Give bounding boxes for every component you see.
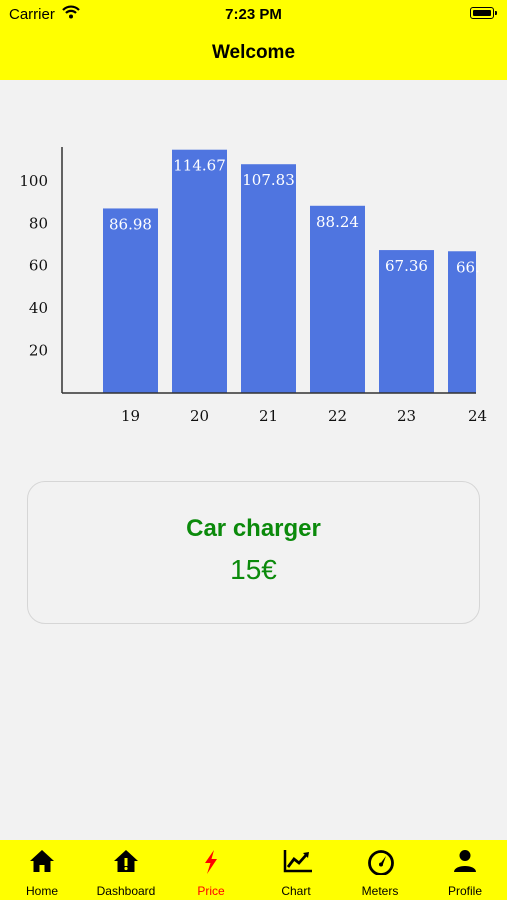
page-title: Welcome [211,42,296,63]
battery-icon [470,7,494,19]
tab-label: Dashboard [96,884,156,898]
x-tick-label: 22 [328,407,347,425]
tab-label: Price [197,884,225,898]
bolt-icon [205,850,217,874]
y-tick-label: 60 [29,257,48,275]
chart-icon [283,850,312,873]
x-tick-label: 24 [468,407,487,425]
bar-21 [241,164,296,393]
tab-label: Profile [447,884,482,898]
tab-profile[interactable]: Profile [423,840,507,900]
dashboard-icon [114,850,138,872]
tab-label: Meters [361,884,399,898]
tab-price[interactable]: Price [169,840,253,900]
bar-value-label: 114.67 [173,157,226,175]
bar-value-label: 66. [456,258,480,276]
bar-value-label: 86.98 [109,215,152,233]
bar-20 [172,149,227,393]
car-charger-card[interactable]: Car charger 15€ [27,481,480,624]
y-tick-label: 20 [29,342,48,360]
bar-value-label: 107.83 [242,171,295,189]
navigation-bar: Welcome [0,28,507,80]
status-bar: Carrier 7:23 PM [0,0,507,28]
person-icon [454,850,476,872]
x-tick-label: 20 [190,407,209,425]
x-tick-label: 19 [121,407,140,425]
gauge-icon [368,850,394,875]
price-bar-chart: 20 40 60 80 100 19 20 21 22 23 24 86.98 114.67 107.… [19,147,487,425]
tab-dashboard[interactable]: Dashboard [84,840,168,900]
tab-label: Chart [281,884,311,898]
tab-meters[interactable]: Meters [338,840,422,900]
tab-chart[interactable]: Chart [254,840,338,900]
tab-home[interactable]: Home [0,840,84,900]
clock: 7:23 PM [225,6,282,23]
bar-22 [310,205,365,393]
bar-value-label: 88.24 [316,213,359,231]
y-tick-label: 80 [29,214,48,232]
bar-19 [103,208,158,393]
tab-bar: Home Dashboard Price Chart Meters Profil… [0,840,507,900]
bar-value-label: 67.36 [385,257,428,275]
card-title: Car charger [186,515,321,542]
card-price: 15€ [230,554,277,585]
y-tick-label: 100 [19,172,48,190]
home-icon [30,850,54,872]
x-tick-label: 23 [397,407,416,425]
battery-tip [495,11,497,15]
y-tick-label: 40 [29,299,48,317]
x-tick-label: 21 [259,407,278,425]
tab-label: Home [25,884,58,898]
